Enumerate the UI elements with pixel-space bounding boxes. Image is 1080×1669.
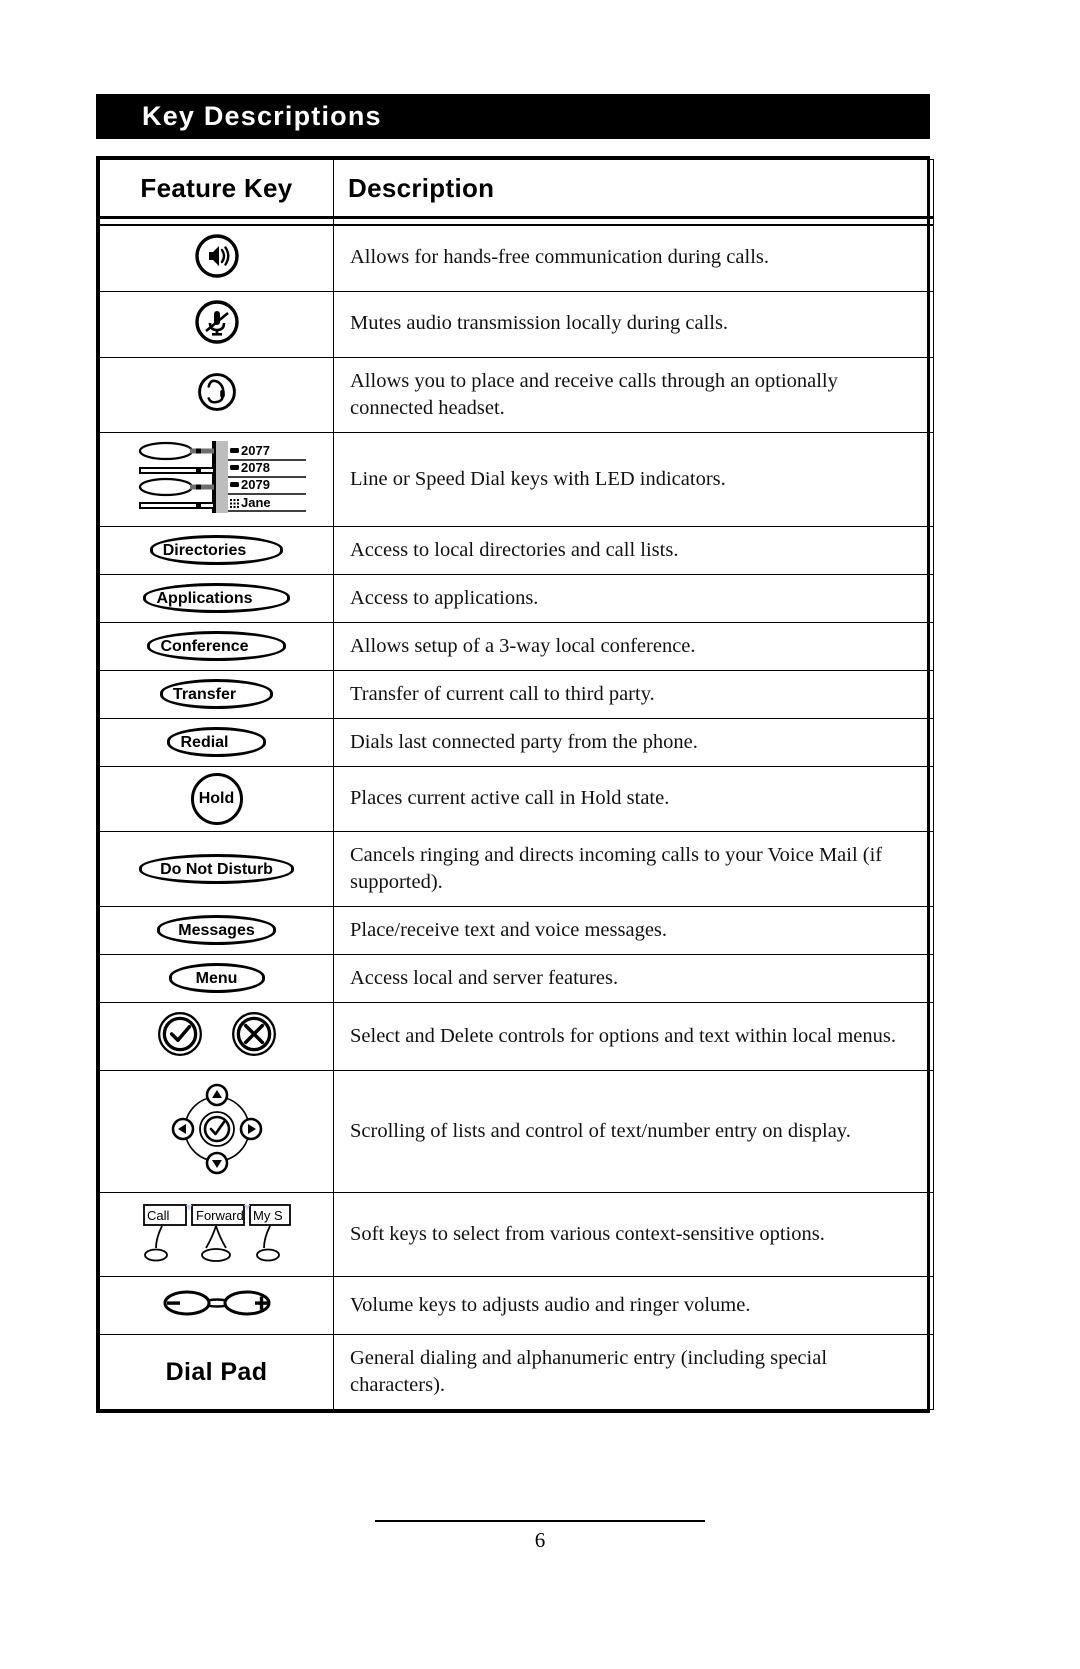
key-descriptions-table: Feature Key Description Allows for hands…: [96, 156, 934, 1414]
feature-key-cell: Dial Pad: [99, 1334, 334, 1411]
feature-key-cell: [99, 290, 334, 358]
conference-key[interactable]: Conference: [147, 631, 286, 662]
description-cell: Soft keys to select from various context…: [333, 1192, 934, 1278]
table-row: Applications Access to applications.: [99, 573, 934, 623]
table-row: Do Not Disturb Cancels ringing and direc…: [99, 830, 934, 907]
line-key-label-2: 2078: [241, 460, 270, 475]
feature-key-cell: Transfer: [99, 669, 334, 719]
column-header-feature-key: Feature Key: [99, 159, 334, 218]
soft-key-label-1: Call: [147, 1208, 170, 1223]
header-double-rule: [99, 216, 934, 226]
description-cell: Line or Speed Dial keys with LED indicat…: [333, 431, 934, 527]
table-row: Dial Pad General dialing and alphanumeri…: [99, 1334, 934, 1411]
speaker-icon: [193, 232, 241, 285]
navigation-cluster-icon[interactable]: [165, 1077, 269, 1186]
footer-rule: [375, 1520, 705, 1522]
description-cell: Mutes audio transmission locally during …: [333, 290, 934, 358]
table-row: Call Forward My S Soft keys to select fr…: [99, 1192, 934, 1278]
description-cell: Scrolling of lists and control of text/n…: [333, 1070, 934, 1194]
table-row: Hold Places current active call in Hold …: [99, 765, 934, 832]
table-row: Allows for hands-free communication duri…: [99, 224, 934, 292]
description-cell: Allows you to place and receive calls th…: [333, 356, 934, 433]
table-row: Mutes audio transmission locally during …: [99, 290, 934, 358]
table-row: Messages Place/receive text and voice me…: [99, 905, 934, 955]
description-cell: Volume keys to adjusts audio and ringer …: [333, 1276, 934, 1336]
applications-key[interactable]: Applications: [143, 583, 290, 614]
description-cell: Allows for hands-free communication duri…: [333, 224, 934, 292]
section-banner: Key Descriptions: [96, 94, 930, 139]
table-row: Select and Delete controls for options a…: [99, 1002, 934, 1072]
description-cell: Access to applications.: [333, 573, 934, 623]
rule-left: [99, 216, 334, 226]
soft-keys-illustration[interactable]: Call Forward My S: [142, 1199, 292, 1270]
table-row: 2077 2078 2079 Jane Line or Speed Dial k…: [99, 431, 934, 527]
nav-up-icon: [205, 1083, 228, 1107]
nav-right-icon: [239, 1117, 262, 1141]
line-key-label-3: 2079: [241, 477, 270, 492]
table-row: Scrolling of lists and control of text/n…: [99, 1070, 934, 1194]
page-number: 6: [534, 1528, 546, 1552]
rule-right: [333, 216, 934, 226]
do-not-disturb-key[interactable]: Do Not Disturb: [139, 853, 294, 884]
feature-key-cell: [99, 1002, 334, 1072]
description-cell: Places current active call in Hold state…: [333, 765, 934, 832]
transfer-key[interactable]: Transfer: [159, 679, 274, 710]
description-cell: Dials last connected party from the phon…: [333, 717, 934, 767]
feature-key-cell: Hold: [99, 765, 334, 832]
feature-key-cell: Do Not Disturb: [99, 830, 334, 907]
description-cell: Place/receive text and voice messages.: [333, 905, 934, 955]
column-header-description: Description: [333, 159, 934, 218]
feature-key-cell: Redial: [99, 717, 334, 767]
volume-rocker-icon[interactable]: [149, 1283, 285, 1328]
description-cell: Cancels ringing and directs incoming cal…: [333, 830, 934, 907]
feature-key-cell: 2077 2078 2079 Jane: [99, 431, 334, 527]
page-footer: 6: [0, 1520, 1080, 1553]
table-row: Allows you to place and receive calls th…: [99, 356, 934, 433]
description-cell: Allows setup of a 3-way local conference…: [333, 621, 934, 671]
select-check-icon[interactable]: [155, 1009, 205, 1064]
mute-microphone-icon: [193, 298, 241, 351]
feature-key-cell: Menu: [99, 953, 334, 1004]
feature-key-cell: [99, 1276, 334, 1336]
redial-key[interactable]: Redial: [167, 727, 266, 758]
description-cell: Access local and server features.: [333, 953, 934, 1004]
delete-x-icon[interactable]: [229, 1009, 279, 1064]
table-row: Redial Dials last connected party from t…: [99, 717, 934, 767]
description-cell: Select and Delete controls for options a…: [333, 1002, 934, 1072]
table-row: Transfer Transfer of current call to thi…: [99, 669, 934, 719]
directories-key[interactable]: Directories: [149, 535, 284, 566]
feature-key-cell: Conference: [99, 621, 334, 671]
nav-down-icon: [205, 1151, 228, 1175]
table-row: Volume keys to adjusts audio and ringer …: [99, 1276, 934, 1336]
document-page: Key Descriptions Feature Key Description: [0, 0, 1080, 1669]
feature-key-cell: [99, 356, 334, 433]
soft-key-label-3: My S: [253, 1208, 283, 1223]
volume-minus-icon: [166, 1301, 180, 1305]
feature-key-cell: Messages: [99, 905, 334, 955]
feature-key-cell: Applications: [99, 573, 334, 623]
messages-key[interactable]: Messages: [157, 915, 276, 946]
line-key-label-1: 2077: [241, 443, 270, 458]
description-cell: General dialing and alphanumeric entry (…: [333, 1334, 934, 1411]
table-row: Menu Access local and server features.: [99, 953, 934, 1004]
line-keys-illustration: 2077 2078 2079 Jane: [124, 439, 310, 520]
feature-key-cell: Directories: [99, 525, 334, 575]
headset-icon: [195, 370, 239, 419]
table-row: Directories Access to local directories …: [99, 525, 934, 575]
feature-key-cell: Call Forward My S: [99, 1192, 334, 1278]
hold-key[interactable]: Hold: [190, 772, 243, 825]
menu-key[interactable]: Menu: [168, 963, 265, 994]
line-key-label-4: Jane: [241, 495, 271, 510]
description-cell: Transfer of current call to third party.: [333, 669, 934, 719]
page-title: Key Descriptions: [142, 100, 382, 131]
feature-key-cell: [99, 1070, 334, 1194]
nav-left-icon: [171, 1117, 194, 1141]
description-cell: Access to local directories and call lis…: [333, 525, 934, 575]
table-header-row: Feature Key Description: [99, 159, 934, 218]
table-row: Conference Allows setup of a 3-way local…: [99, 621, 934, 671]
soft-key-label-2: Forward: [196, 1208, 244, 1223]
dial-pad-label: Dial Pad: [165, 1357, 268, 1386]
feature-key-cell: [99, 224, 334, 292]
